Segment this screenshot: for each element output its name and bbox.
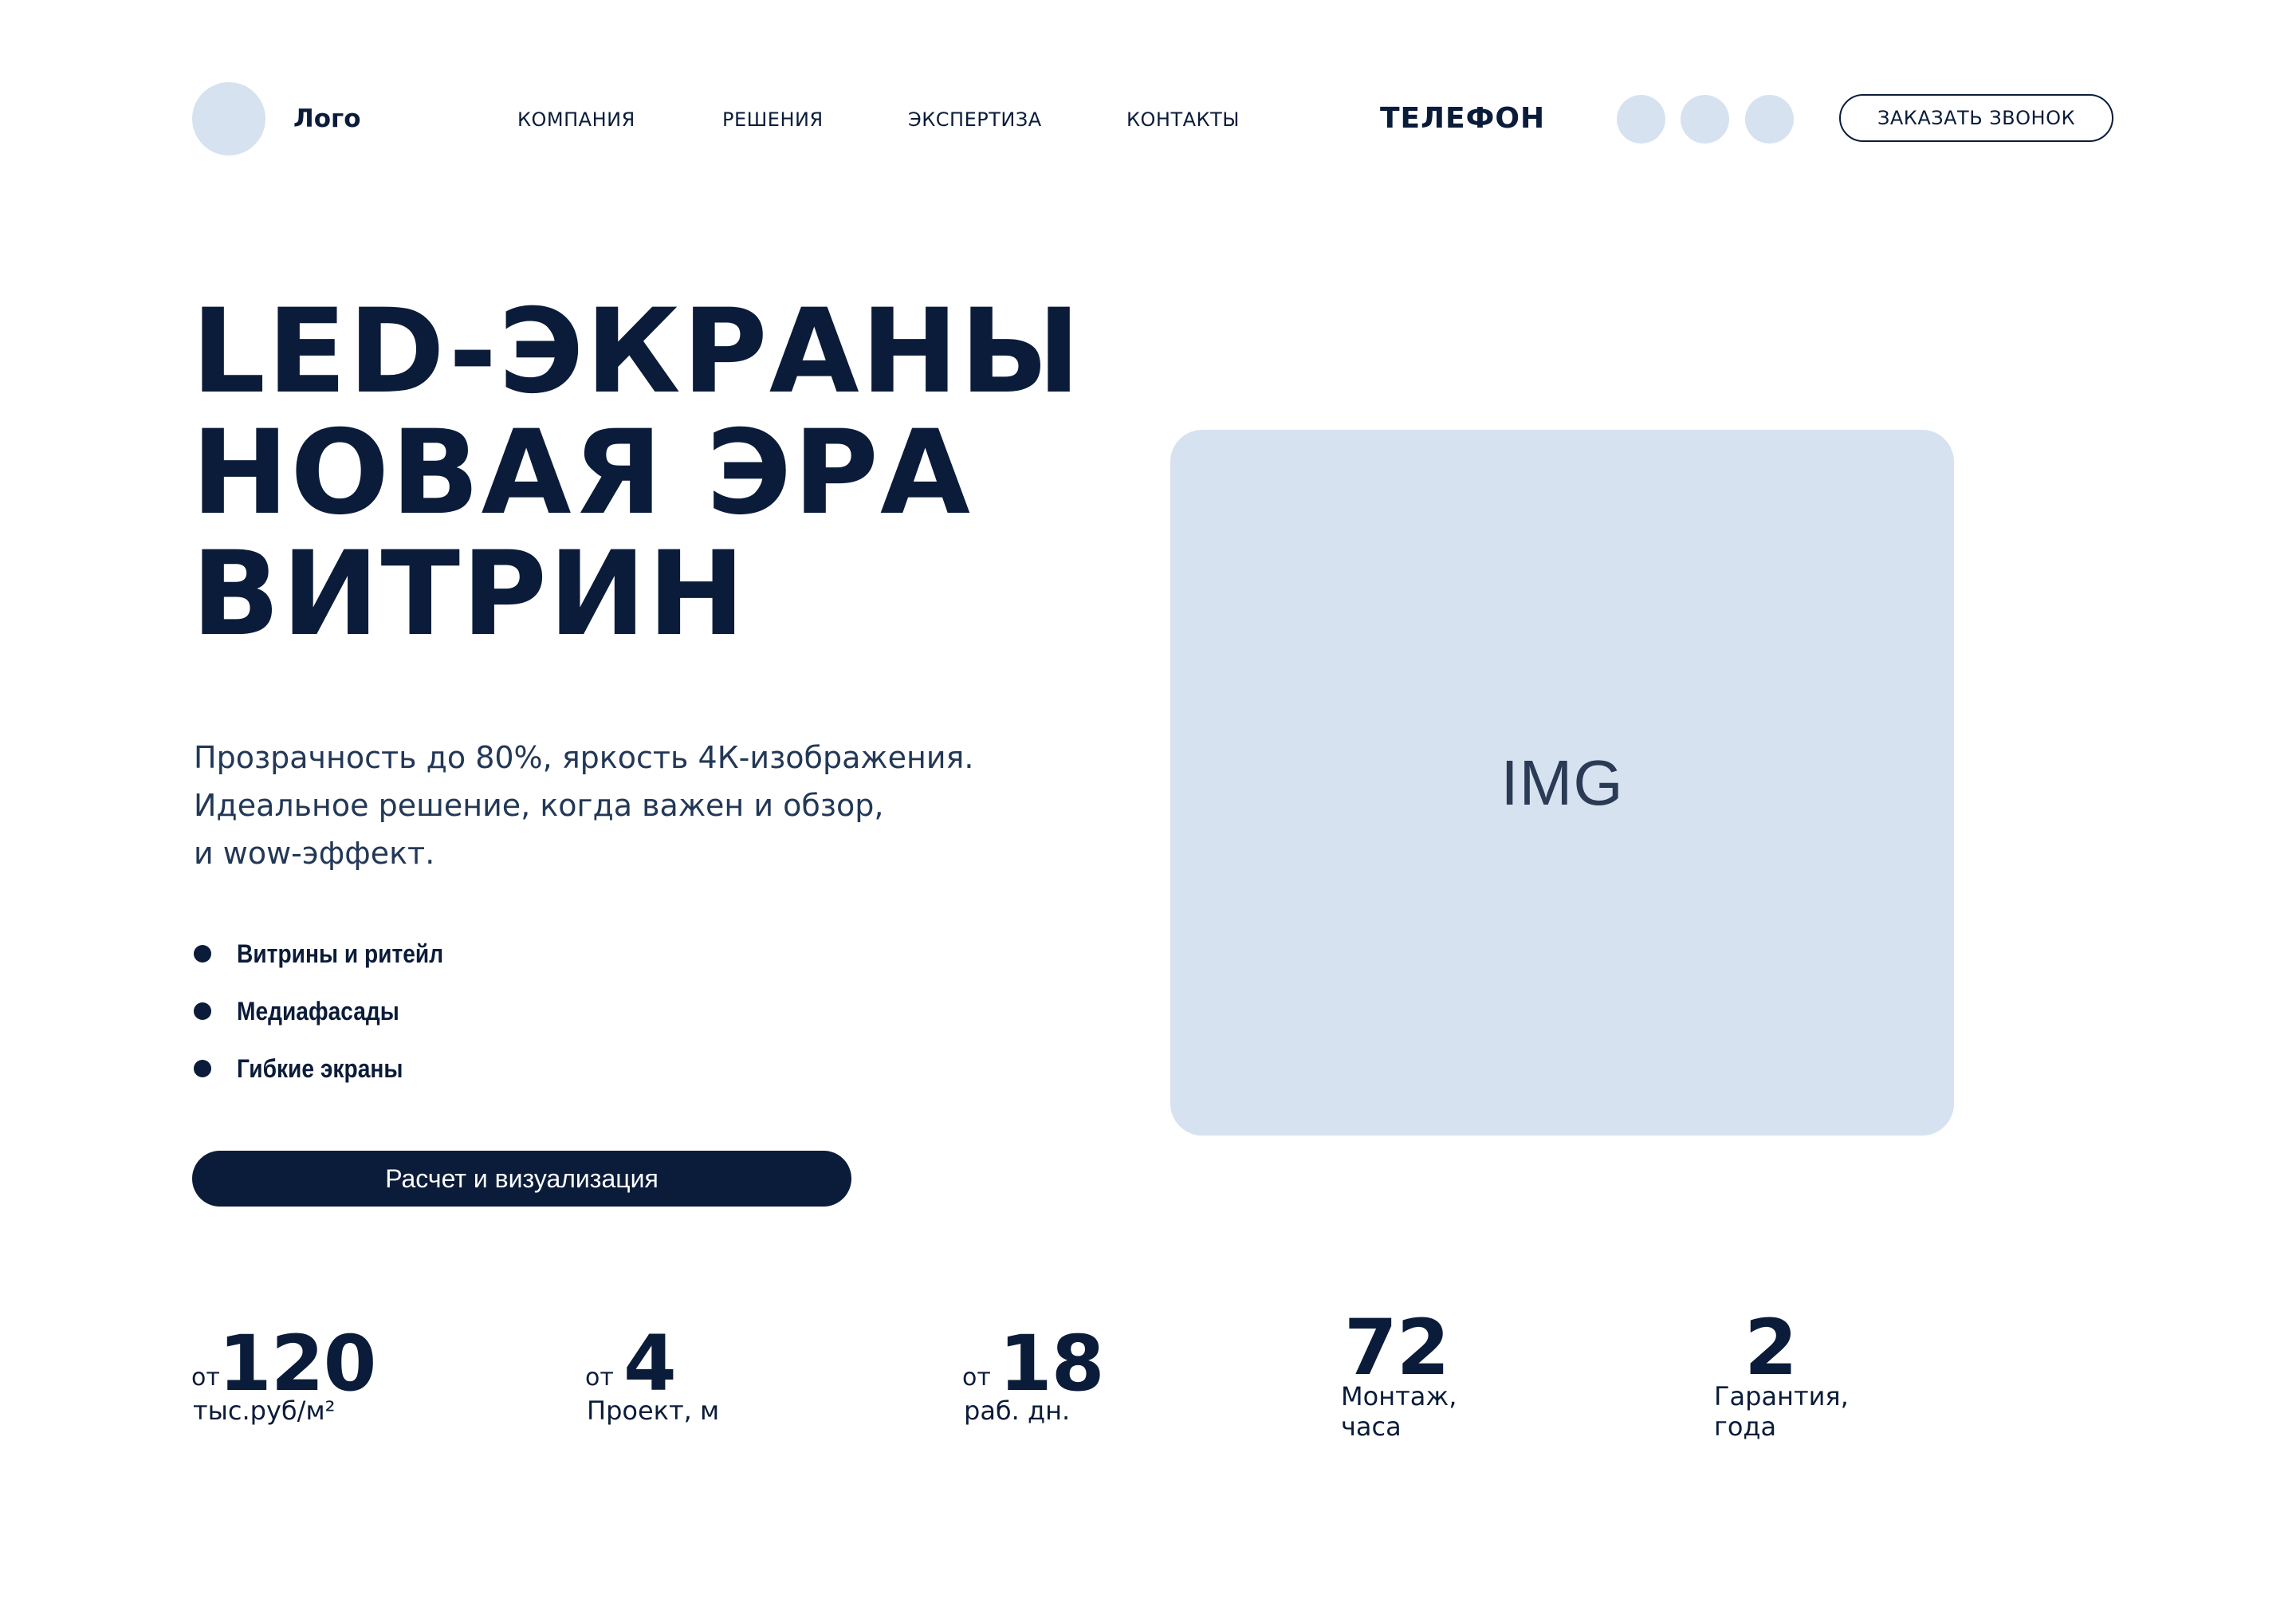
stat-prefix: от	[585, 1364, 614, 1392]
stat-prefix: от	[962, 1364, 991, 1392]
stat-label-line: года	[1714, 1411, 1777, 1442]
hero-subtitle: Прозрачность до 80%, яркость 4К-изображе…	[194, 734, 1071, 877]
nav-item-contacts[interactable]: КОНТАКТЫ	[1126, 108, 1240, 132]
stat-value: 18	[999, 1319, 1105, 1408]
hero-title-line: ВИТРИН	[191, 526, 747, 662]
feature-list: Витрины и ритейл Медиафасады Гибкие экра…	[194, 925, 471, 1097]
stat-warranty: 2 Гарантия, года	[1712, 1308, 2047, 1451]
subtitle-line: и wow-эффект.	[194, 836, 435, 871]
image-placeholder-label: IMG	[1500, 746, 1624, 818]
phone-number[interactable]: ТЕЛЕФОН	[1380, 99, 1545, 139]
nav-item-expertise[interactable]: ЭКСПЕРТИЗА	[908, 108, 1042, 132]
social-icon-3[interactable]	[1745, 95, 1794, 144]
stat-value: 120	[218, 1319, 376, 1408]
stat-installation: 72 Монтаж, часа	[1339, 1308, 1674, 1451]
stat-label: Проект, м	[587, 1396, 720, 1426]
bullet-icon	[194, 945, 211, 963]
nav-item-company[interactable]: КОМПАНИЯ	[517, 108, 635, 132]
hero-title-line: НОВАЯ ЭРА	[191, 405, 972, 541]
stat-value: 72	[1344, 1303, 1450, 1392]
bullet-icon	[194, 1060, 211, 1077]
logo-icon[interactable]	[192, 82, 265, 156]
order-callback-button[interactable]: ЗАКАЗАТЬ ЗВОНОК	[1839, 94, 2113, 142]
stat-price: от 120 тыс.руб/м²	[191, 1308, 526, 1451]
stat-label: Монтаж, часа	[1341, 1381, 1457, 1442]
stat-label: тыс.руб/м²	[193, 1396, 336, 1426]
hero-title: LED-ЭКРАНЫ НОВАЯ ЭРА ВИТРИН	[191, 291, 1180, 655]
bullet-icon	[194, 1002, 211, 1020]
stat-label: Гарантия, года	[1714, 1381, 1849, 1442]
feature-label: Витрины и ритейл	[237, 939, 444, 968]
stat-label: раб. дн.	[964, 1396, 1071, 1426]
calculate-visualize-button[interactable]: Расчет и визуализация	[192, 1151, 851, 1207]
subtitle-line: Прозрачность до 80%, яркость 4К-изображе…	[194, 740, 974, 775]
stat-value: 2	[1744, 1303, 1798, 1392]
subtitle-line: Идеальное решение, когда важен и обзор,	[194, 788, 884, 823]
social-icon-1[interactable]	[1617, 95, 1665, 144]
social-icon-2[interactable]	[1681, 95, 1729, 144]
stat-value: 4	[623, 1319, 677, 1408]
stat-label-line: часа	[1341, 1411, 1402, 1442]
stat-prefix: от	[191, 1364, 220, 1392]
feature-item: Гибкие экраны	[194, 1040, 471, 1097]
logo-text[interactable]: Лого	[293, 101, 361, 136]
feature-label: Медиафасады	[237, 996, 399, 1026]
feature-item: Витрины и ритейл	[194, 925, 471, 982]
stat-label-line: Гарантия,	[1714, 1381, 1849, 1411]
hero-title-line: LED-ЭКРАНЫ	[191, 284, 1083, 419]
feature-label: Гибкие экраны	[237, 1053, 403, 1083]
stat-project: от 4 Проект, м	[585, 1308, 920, 1451]
nav-item-solutions[interactable]: РЕШЕНИЯ	[722, 108, 824, 132]
stat-label-line: Монтаж,	[1341, 1381, 1457, 1411]
feature-item: Медиафасады	[194, 982, 471, 1040]
stat-days: от 18 раб. дн.	[962, 1308, 1297, 1451]
hero-image-placeholder: IMG	[1170, 430, 1954, 1136]
